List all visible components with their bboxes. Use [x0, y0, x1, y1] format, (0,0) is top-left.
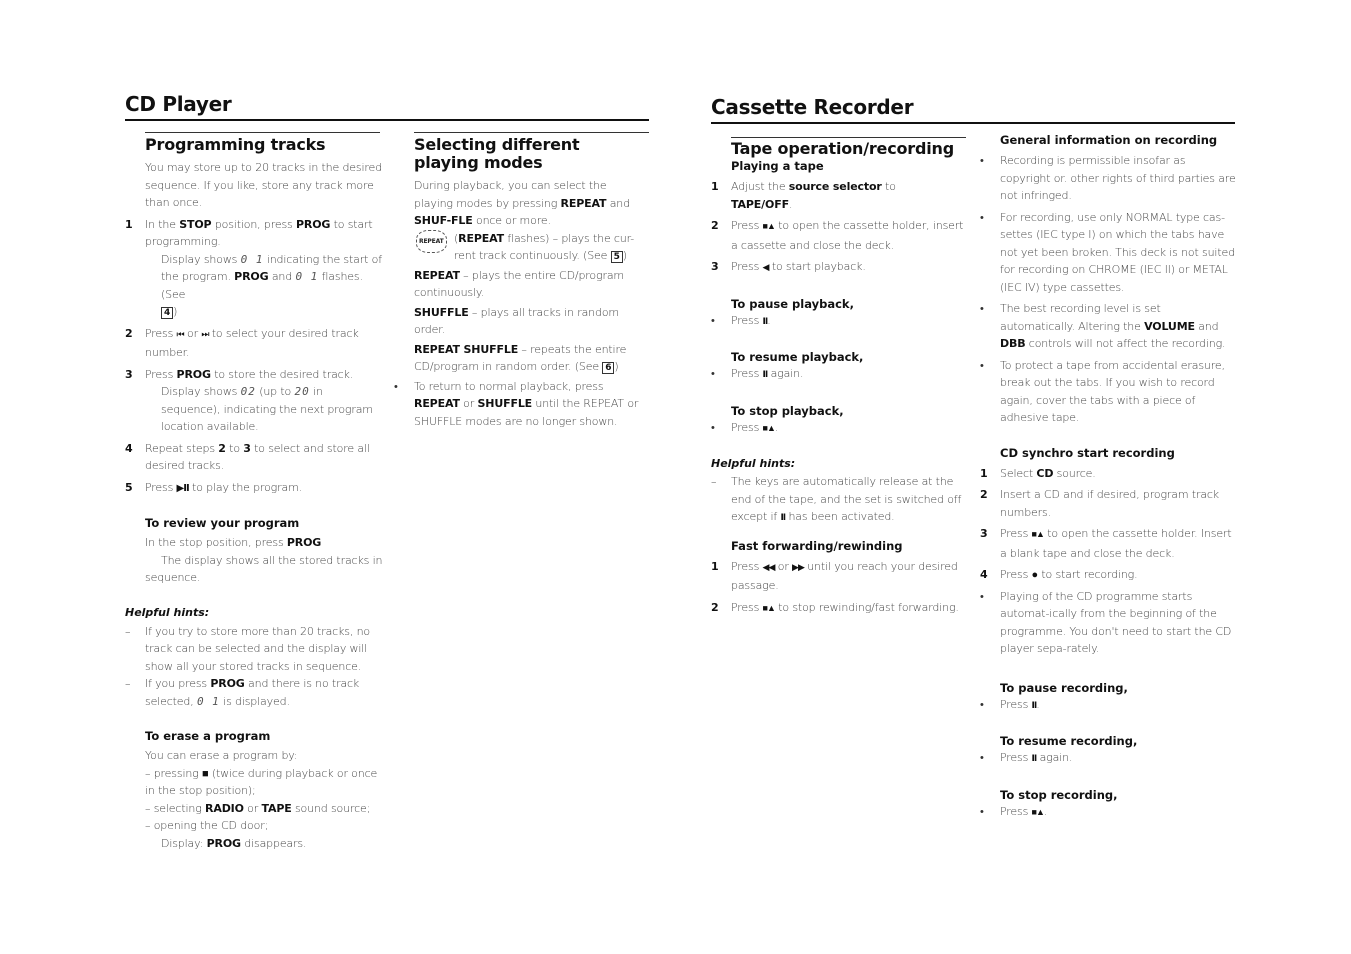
modes-heading: Selecting different playing modes: [414, 135, 580, 172]
display-segment: 0 1: [240, 252, 264, 266]
hint-item: – If you press PROG and there is no trac…: [125, 677, 360, 708]
tape-step-1: 1 Adjust the source selector to TAPE/OFF…: [711, 180, 896, 211]
pause-recording-item: • Press II.: [980, 697, 1040, 711]
tape-step-3: 3 Press ◀ to start playback.: [711, 260, 866, 273]
step-5: 5 Press ▶II to play the program.: [125, 480, 302, 494]
stop-recording-heading: To stop recording,: [1000, 787, 1118, 802]
step-2: 2 Press ⏮ or ⏭ to select your desired tr…: [125, 326, 359, 360]
tape-hint-item: – The keys are automatically release at …: [711, 475, 962, 523]
stop-eject-icon: ■▲: [762, 423, 776, 434]
mode-return-normal: • To return to normal playback, press RE…: [394, 379, 639, 428]
pause-recording-heading: To pause recording,: [1000, 680, 1128, 695]
erase-text: You can erase a program by: – pressing ■…: [145, 749, 378, 850]
stop-playback-heading: To stop playback,: [731, 403, 844, 418]
previous-track-icon: ⏮: [176, 329, 185, 340]
pause-playback-item: • Press II.: [711, 313, 771, 327]
stop-recording-item: • Press ■▲.: [980, 804, 1048, 818]
mode-repeat-flash: REPEAT (REPEAT flashes) – plays the cur-…: [394, 229, 644, 265]
resume-recording-item: • Press II again.: [980, 751, 1073, 764]
stop-eject-icon: ■▲: [762, 603, 776, 614]
play-pause-icon: ▶II: [176, 482, 190, 494]
hint-item: – If you try to store more than 20 track…: [125, 624, 370, 673]
programming-rule: [145, 132, 380, 133]
step-3: 3 Press PROG to store the desired track.…: [125, 366, 383, 436]
ff-rewind-heading: Fast forwarding/rewinding: [731, 538, 903, 553]
repeat-flash-icon: REPEAT: [416, 229, 447, 253]
synchro-step-3: 3 Press ■▲ to open the cassette holder. I…: [980, 527, 1232, 560]
fast-forward-icon: ▶▶: [792, 562, 805, 573]
step-4: 4 Repeat steps 2 to 3 to select and stor…: [125, 441, 370, 473]
tape-rule: [731, 137, 966, 138]
ff-step-1: 1 Press ◀◀ or ▶▶ until you reach your de…: [711, 559, 958, 593]
cassette-rule: [711, 122, 1235, 124]
mode-shuffle: SHUFFLE – plays all tracks in random ord…: [414, 305, 619, 337]
recording-section: General information on recording • Record…: [980, 132, 1238, 822]
tape-section: Tape operation/recording Playing a tape …: [711, 140, 969, 618]
step-1: 1 In the STOP position, press PROG to st…: [125, 216, 383, 321]
general-item: • For recording, use only NORMAL type cas…: [980, 210, 1235, 294]
programming-heading: Programming tracks: [145, 135, 326, 154]
synchro-note: • Playing of the CD programme starts auto…: [980, 589, 1232, 656]
tape-step-2: 2 Press ■▲ to open the cassette holder, …: [711, 219, 964, 252]
synchro-heading: CD synchro start recording: [1000, 445, 1175, 460]
hints-title: Helpful hints:: [125, 605, 210, 619]
stop-eject-icon: ■▲: [1031, 530, 1045, 540]
figure-ref-6: 6: [602, 362, 615, 374]
resume-recording-heading: To resume recording,: [1000, 734, 1138, 748]
cassette-title: Cassette Recorder: [711, 95, 914, 119]
stop-eject-icon: ■▲: [1031, 807, 1045, 818]
general-recording-heading: General information on recording: [1000, 133, 1218, 147]
pause-playback-heading: To pause playback,: [731, 296, 854, 311]
modes-rule: [414, 132, 649, 133]
playing-tape-subheading: Playing a tape: [731, 159, 824, 173]
synchro-step-2: 2 Insert a CD and if desired, program tra…: [980, 488, 1220, 519]
review-heading: To review your program: [145, 516, 300, 530]
tape-hints-title: Helpful hints:: [711, 457, 796, 470]
review-text: In the stop position, press PROG The dis…: [145, 536, 383, 584]
synchro-step-1: 1 Select CD source.: [980, 466, 1096, 480]
synchro-step-4: 4 Press ● to start recording.: [980, 568, 1138, 581]
programming-section: Programming tracks You may store up to 2…: [125, 136, 383, 852]
figure-ref-4: 4: [161, 307, 174, 319]
figure-ref-5: 5: [610, 251, 623, 263]
general-item: • To protect a tape from accidental erasu…: [980, 358, 1225, 425]
mode-repeat: REPEAT – plays the entire CD/program con…: [414, 268, 624, 300]
erase-heading: To erase a program: [145, 729, 271, 743]
stop-eject-icon: ■▲: [762, 222, 776, 232]
rewind-icon: ◀◀: [762, 562, 776, 573]
mode-repeat-shuffle: REPEAT SHUFFLE – repeats the entire CD/p…: [414, 342, 627, 374]
programming-intro: You may store up to 20 tracks in the des…: [145, 161, 382, 209]
resume-playback-heading: To resume playback,: [731, 350, 864, 364]
general-item: • Recording is permissible insofar as cop…: [980, 154, 1236, 202]
tape-heading: Tape operation/recording: [731, 139, 954, 158]
cd-player-rule: [125, 119, 649, 121]
resume-playback-item: • Press II again.: [711, 367, 804, 380]
cd-player-title: CD Player: [125, 92, 232, 116]
step-3-display-note: Display shows 02 (up to 20 in sequence),…: [161, 385, 373, 433]
general-item: • The best recording level is set automat…: [980, 302, 1226, 350]
modes-section: Selecting different playing modes During…: [394, 136, 644, 430]
modes-intro: During playback, you can select the play…: [414, 179, 630, 227]
step-1-display-note: Display shows 0 1 indicating the start o…: [161, 252, 382, 319]
stop-playback-item: • Press ■▲.: [711, 420, 779, 434]
ff-step-2: 2 Press ■▲ to stop rewinding/fast forwar…: [711, 600, 959, 614]
